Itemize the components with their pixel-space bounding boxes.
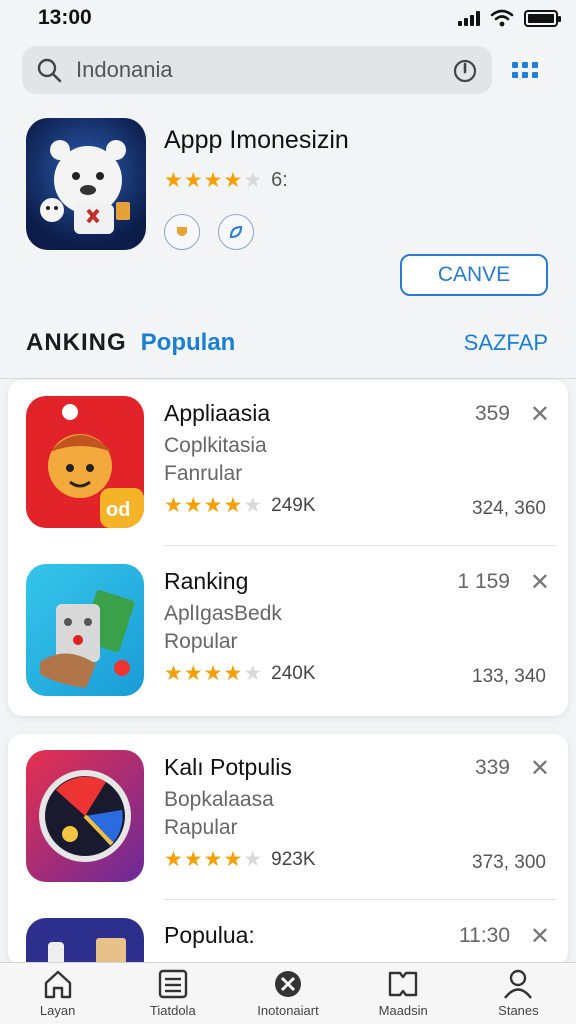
app-rating: ★★★★★ 923K (164, 847, 316, 872)
search-input[interactable]: Indonania (22, 46, 492, 94)
section-subtitle[interactable]: Populan (141, 329, 236, 357)
app-subtitle: Rapular (164, 816, 238, 839)
close-icon[interactable]: ✕ (530, 568, 550, 597)
wifi-icon (490, 9, 514, 27)
signal-icon (458, 10, 480, 26)
app-category: Bopkalaasa (164, 788, 274, 811)
tab-bar: Layan Tiatdola Inotonaiart Maadsin Stane… (0, 962, 576, 1024)
tab-label: Layan (39, 1003, 76, 1018)
app-subtitle: Fanrular (164, 462, 243, 485)
microphone-icon[interactable] (452, 57, 478, 83)
battery-icon (524, 9, 561, 27)
person-icon (504, 969, 533, 999)
app-icon (26, 564, 144, 696)
list-item[interactable]: Ranking AplIgasBedk Ropular ★★★★★ 240K 1… (8, 548, 568, 714)
star-rating: ★★★★★ (164, 848, 264, 871)
search-icon (37, 58, 62, 83)
app-rank-number: 359 (474, 402, 510, 425)
app-rating: ★★★★★ 240K (164, 661, 316, 686)
app-name: Populua: (164, 922, 255, 948)
app-name: Kalı Potpulis (164, 754, 292, 780)
featured-badges (164, 214, 254, 250)
app-icon (26, 750, 144, 882)
star-rating: ★★★★★ (164, 169, 264, 192)
star-rating: ★★★★★ (164, 494, 264, 517)
badge-leaf-icon[interactable] (218, 214, 254, 250)
tab-list[interactable]: Tiatdola (115, 963, 230, 1024)
app-meta: 373, 300 (472, 852, 546, 873)
app-icon: od (26, 396, 144, 528)
ranking-card: od Appliaasia Coplkitasia Fanrular ★★★★★… (8, 380, 568, 716)
list-icon (158, 969, 187, 999)
app-meta: 133, 340 (472, 666, 546, 687)
app-rank-number: 11:30 (459, 924, 510, 947)
tab-label: Tiatdola (149, 1003, 196, 1018)
list-item[interactable]: od Appliaasia Coplkitasia Fanrular ★★★★★… (8, 380, 568, 546)
badge-award-icon[interactable] (164, 214, 200, 250)
app-rating: ★★★★★ 249K (164, 493, 316, 518)
home-icon (44, 970, 71, 999)
tab-label: Inotonaiart (257, 1003, 319, 1018)
ranking-card: Kalı Potpulis Bopkalaasa Rapular ★★★★★ 9… (8, 734, 568, 966)
tab-label: Maadsin (378, 1003, 428, 1018)
section-title: ANKING (26, 329, 127, 356)
book-icon (389, 971, 418, 997)
star-rating: ★★★★★ (164, 662, 264, 685)
app-category: Coplkitasia (164, 434, 267, 457)
featured-app-icon (26, 118, 146, 250)
app-name: Appliaasia (164, 400, 271, 426)
rating-count: 240K (271, 662, 316, 684)
see-all-link[interactable]: SAZFAP (464, 330, 548, 356)
rating-count: 923K (271, 848, 316, 870)
status-icons (458, 9, 561, 27)
close-icon[interactable]: ✕ (530, 400, 550, 429)
status-time: 13:00 (38, 6, 92, 29)
close-circle-icon (275, 971, 301, 997)
search-query: Indonania (76, 57, 173, 82)
tab-book[interactable]: Maadsin (346, 963, 461, 1024)
app-subtitle: Ropular (164, 630, 238, 653)
rating-count: 249K (271, 494, 316, 516)
app-rank-number: 339 (474, 756, 510, 779)
menu-grid-icon[interactable] (512, 62, 538, 78)
close-icon[interactable]: ✕ (530, 754, 550, 783)
featured-app[interactable]: Appp Imonesizin ★★★★★ 6: CANVE (26, 118, 552, 298)
app-rank-number: 1 159 (457, 570, 510, 593)
app-name: Ranking (164, 568, 249, 594)
featured-app-rating: ★★★★★ 6: (164, 168, 288, 193)
tab-center[interactable]: Inotonaiart (230, 963, 345, 1024)
tab-home[interactable]: Layan (0, 963, 115, 1024)
search-row: Indonania (22, 46, 554, 94)
status-bar: 13:00 (0, 0, 576, 36)
tab-profile[interactable]: Stanes (461, 963, 576, 1024)
featured-app-title: Appp Imonesizin (164, 126, 349, 154)
app-meta: 324, 360 (472, 498, 546, 519)
app-category: AplIgasBedk (164, 602, 282, 625)
divider (0, 378, 576, 379)
svg-text:od: od (106, 499, 130, 521)
rating-count: 6: (271, 169, 288, 191)
get-button[interactable]: CANVE (400, 254, 548, 296)
list-item[interactable]: Kalı Potpulis Bopkalaasa Rapular ★★★★★ 9… (8, 734, 568, 900)
close-icon[interactable]: ✕ (530, 922, 550, 951)
tab-label: Stanes (498, 1003, 539, 1018)
list-item[interactable]: Populua: 11:30 ✕ (8, 902, 568, 966)
app-icon (26, 918, 144, 966)
section-header: ANKING Populan SAZFAP (26, 326, 548, 360)
